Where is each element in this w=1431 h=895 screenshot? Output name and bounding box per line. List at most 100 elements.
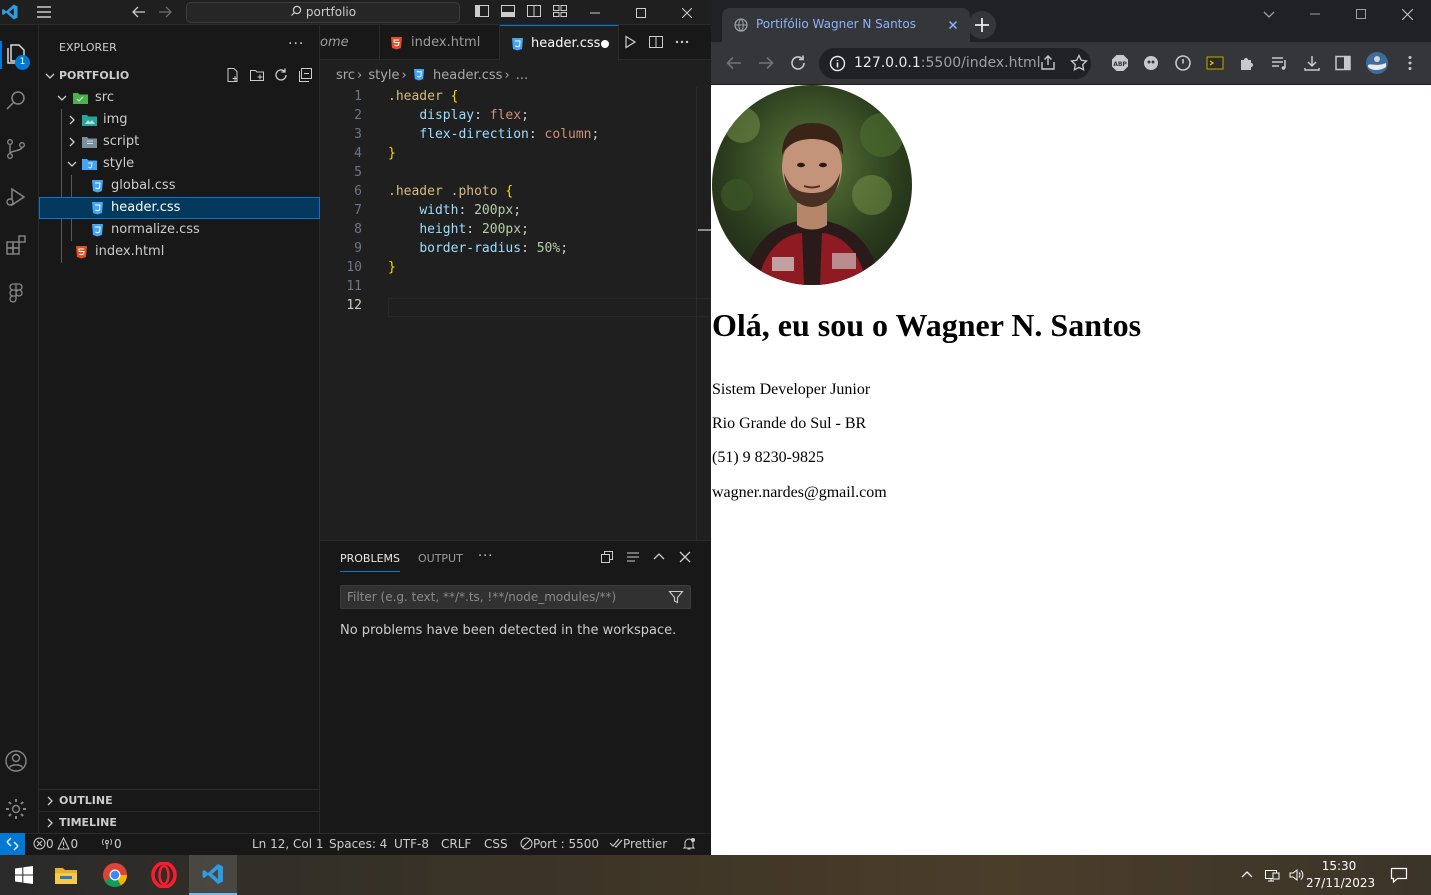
ports-status[interactable]: 0 bbox=[100, 834, 122, 855]
opera-taskbar-icon[interactable] bbox=[140, 855, 188, 895]
tab-welcome[interactable]: ome bbox=[320, 25, 380, 60]
tab-header-css[interactable]: header.css bbox=[500, 25, 619, 61]
cursor-position[interactable]: Ln 12, Col 1 bbox=[252, 834, 324, 855]
tab-close-icon[interactable] bbox=[946, 18, 960, 32]
tree-folder-style[interactable]: style bbox=[39, 153, 320, 175]
terminal-extension-icon[interactable] bbox=[1206, 54, 1224, 72]
chrome-close-icon[interactable] bbox=[1384, 0, 1430, 28]
volume-icon[interactable] bbox=[1288, 867, 1304, 883]
toggle-panel-icon[interactable] bbox=[500, 3, 520, 23]
ghost-extension-icon[interactable] bbox=[1142, 54, 1160, 72]
filter-funnel-icon[interactable] bbox=[668, 589, 684, 605]
timeline-section[interactable]: TIMELINE bbox=[39, 811, 320, 833]
new-file-icon[interactable] bbox=[225, 67, 243, 85]
prettier-status[interactable]: Prettier bbox=[609, 834, 667, 855]
share-icon[interactable] bbox=[1039, 54, 1057, 72]
back-arrow-icon[interactable] bbox=[130, 3, 150, 23]
forward-arrow-icon[interactable] bbox=[757, 54, 775, 72]
refresh-icon[interactable] bbox=[273, 67, 291, 85]
run-debug-icon[interactable] bbox=[4, 185, 28, 209]
tree-file-normalize-css[interactable]: normalize.css bbox=[39, 219, 320, 241]
editor-scrollbar-marker[interactable] bbox=[698, 229, 711, 231]
profile-avatar[interactable] bbox=[1365, 51, 1389, 75]
new-folder-icon[interactable] bbox=[249, 67, 267, 85]
breadcrumb-src[interactable]: src bbox=[336, 68, 355, 83]
taskbar-clock[interactable]: 15:30 27/11/2023 bbox=[1306, 858, 1375, 892]
tab-search-chevron-icon[interactable] bbox=[1246, 0, 1292, 28]
new-tab-button[interactable] bbox=[968, 11, 996, 39]
windows-start-icon[interactable] bbox=[0, 855, 48, 895]
explorer-more-actions[interactable]: ··· bbox=[288, 36, 304, 52]
reload-icon[interactable] bbox=[789, 54, 807, 72]
search-view-icon[interactable] bbox=[4, 89, 28, 113]
back-arrow-icon[interactable] bbox=[725, 54, 743, 72]
forward-arrow-icon[interactable] bbox=[156, 3, 176, 23]
collapse-all-icon[interactable] bbox=[297, 67, 315, 85]
tree-file-global-css[interactable]: global.css bbox=[39, 175, 320, 197]
language-status[interactable]: CSS bbox=[484, 834, 508, 855]
toggle-primary-sidebar-icon[interactable] bbox=[474, 3, 494, 23]
figma-icon[interactable] bbox=[4, 281, 28, 305]
show-hidden-icons-chevron[interactable] bbox=[1239, 867, 1255, 883]
adblock-extension-icon[interactable]: ABP bbox=[1111, 54, 1129, 72]
panel-more[interactable]: ··· bbox=[478, 549, 493, 564]
tree-file-header-css[interactable]: header.css bbox=[39, 197, 320, 219]
chevron-up-icon[interactable] bbox=[652, 550, 668, 566]
tree-root-portfolio[interactable]: PORTFOLIO bbox=[39, 65, 320, 87]
tab-index-html[interactable]: index.html bbox=[380, 25, 500, 60]
eol-status[interactable]: CRLF bbox=[441, 834, 471, 855]
site-info-icon[interactable] bbox=[829, 55, 846, 72]
breadcrumb-style[interactable]: style bbox=[368, 68, 399, 83]
chrome-maximize-icon[interactable] bbox=[1338, 0, 1384, 28]
close-icon[interactable] bbox=[664, 0, 710, 25]
run-play-icon[interactable] bbox=[622, 34, 640, 52]
maximize-icon[interactable] bbox=[618, 0, 664, 25]
vscode-logo-icon[interactable] bbox=[1, 3, 21, 23]
minimize-icon[interactable] bbox=[572, 0, 618, 25]
command-center-search[interactable]: portfolio bbox=[186, 2, 460, 23]
more-actions-icon[interactable] bbox=[674, 34, 692, 52]
encoding-status[interactable]: UTF-8 bbox=[394, 834, 429, 855]
close-panel-icon[interactable] bbox=[678, 550, 694, 566]
notification-center-icon[interactable] bbox=[1390, 866, 1408, 884]
unsaved-dot-icon[interactable] bbox=[601, 40, 609, 48]
outline-section[interactable]: OUTLINE bbox=[39, 789, 320, 811]
editor-scrollbar-track[interactable] bbox=[696, 87, 697, 540]
customize-layout-icon[interactable] bbox=[552, 3, 572, 23]
network-icon[interactable] bbox=[1264, 867, 1280, 883]
split-editor-icon[interactable] bbox=[648, 34, 666, 52]
problems-status[interactable]: 0 0 bbox=[33, 834, 78, 855]
chrome-taskbar-icon[interactable] bbox=[91, 855, 139, 895]
breadcrumb-ellipsis[interactable]: ... bbox=[516, 68, 528, 83]
tab-output[interactable]: OUTPUT bbox=[418, 552, 463, 565]
tree-folder-src[interactable]: src bbox=[39, 87, 320, 109]
indentation-status[interactable]: Spaces: 4 bbox=[329, 834, 387, 855]
tree-folder-script[interactable]: script bbox=[39, 131, 320, 153]
word-wrap-icon[interactable] bbox=[626, 550, 642, 566]
file-explorer-icon[interactable] bbox=[42, 855, 90, 895]
toggle-secondary-sidebar-icon[interactable] bbox=[526, 3, 546, 23]
clock-extension-icon[interactable] bbox=[1174, 54, 1192, 72]
extensions-icon[interactable] bbox=[4, 233, 28, 257]
download-icon[interactable] bbox=[1303, 54, 1321, 72]
reading-list-icon[interactable] bbox=[1270, 54, 1288, 72]
live-server-status[interactable]: Port : 5500 bbox=[520, 834, 599, 855]
tree-folder-img[interactable]: img bbox=[39, 109, 320, 131]
restore-panel-icon[interactable] bbox=[600, 550, 616, 566]
tab-problems[interactable]: PROBLEMS bbox=[340, 552, 401, 572]
vscode-taskbar-icon[interactable] bbox=[189, 855, 237, 895]
side-panel-icon[interactable] bbox=[1334, 54, 1352, 72]
tree-file-index-html[interactable]: index.html bbox=[39, 241, 320, 263]
chrome-minimize-icon[interactable] bbox=[1292, 0, 1338, 28]
source-control-icon[interactable] bbox=[4, 137, 28, 161]
notifications-bell-icon[interactable] bbox=[682, 837, 696, 851]
chrome-menu-icon[interactable] bbox=[1401, 54, 1419, 72]
remote-icon[interactable] bbox=[0, 833, 25, 855]
chrome-tab-active[interactable]: Portifólio Wagner N Santos bbox=[722, 8, 970, 42]
breadcrumb-header-css[interactable]: header.css bbox=[433, 68, 502, 83]
extensions-puzzle-icon[interactable] bbox=[1238, 54, 1256, 72]
accounts-icon[interactable] bbox=[4, 749, 28, 773]
manage-gear-icon[interactable] bbox=[4, 797, 28, 821]
bookmark-star-icon[interactable] bbox=[1070, 54, 1088, 72]
problems-filter-input[interactable]: Filter (e.g. text, **/*.ts, !**/node_mod… bbox=[340, 585, 691, 609]
